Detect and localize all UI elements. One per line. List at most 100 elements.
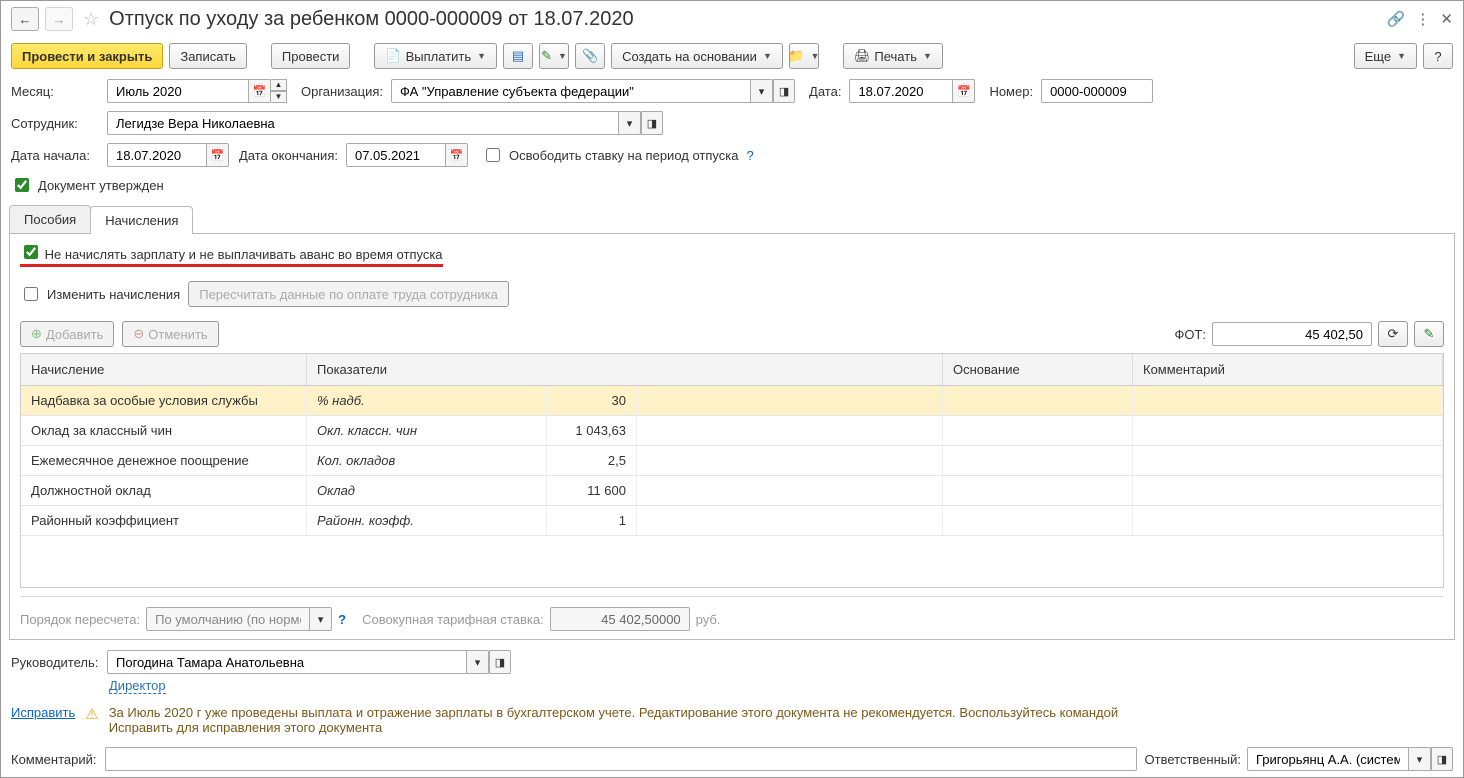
table-row[interactable]: Ежемесячное денежное поощрениеКол. оклад… (21, 446, 1443, 476)
date-input[interactable] (849, 79, 953, 103)
refresh-fot-button[interactable]: ⟳ (1378, 321, 1408, 347)
number-input[interactable] (1041, 79, 1153, 103)
end-date-input[interactable] (346, 143, 446, 167)
no-salary-label: Не начислять зарплату и не выплачивать а… (45, 247, 443, 262)
create-based-on-button[interactable]: Создать на основании ▼ (611, 43, 783, 69)
calendar-icon[interactable]: 📅 (446, 143, 468, 167)
chevron-down-icon: ▼ (923, 51, 932, 61)
post-and-close-button[interactable]: Провести и закрыть (11, 43, 163, 69)
org-label: Организация: (301, 84, 383, 99)
table-row[interactable]: Надбавка за особые условия службы% надб.… (21, 386, 1443, 416)
document-icon-button[interactable]: ▤ (503, 43, 533, 69)
responsible-input[interactable] (1247, 747, 1409, 771)
month-spin-up[interactable]: ▲ (271, 79, 287, 91)
forward-button[interactable]: → (45, 7, 73, 31)
edit-pencil-button[interactable]: ✎▼ (539, 43, 569, 69)
post-button[interactable]: Провести (271, 43, 351, 69)
window-title: Отпуск по уходу за ребенком 0000-000009 … (109, 8, 1381, 31)
table-row[interactable]: Оклад за классный чинОкл. классн. чин1 0… (21, 416, 1443, 446)
org-open[interactable]: ◨ (773, 79, 795, 103)
pay-button[interactable]: 📄 Выплатить ▼ (374, 43, 497, 69)
cell-value: 2,5 (547, 446, 637, 475)
fot-input[interactable] (1212, 322, 1372, 346)
cell-indicator: Районн. коэфф. (307, 506, 547, 535)
recalc-order-input[interactable] (146, 607, 310, 631)
recalc-order-dropdown[interactable]: ▾ (310, 607, 332, 631)
employee-open[interactable]: ◨ (641, 111, 663, 135)
back-button[interactable]: ← (11, 7, 39, 31)
number-label: Номер: (989, 84, 1033, 99)
pay-icon: 📄 (385, 48, 401, 64)
more-menu-icon[interactable]: ⋮ (1415, 10, 1430, 28)
chevron-down-icon: ▼ (1397, 51, 1406, 61)
chevron-down-icon: ▼ (763, 51, 772, 61)
warning-text: За Июль 2020 г уже проведены выплата и о… (109, 705, 1129, 735)
tab-accruals[interactable]: Начисления (90, 206, 193, 234)
responsible-open[interactable]: ◨ (1431, 747, 1453, 771)
cell-comment (1133, 386, 1443, 415)
no-salary-checkbox[interactable] (24, 245, 38, 259)
col-basis[interactable]: Основание (943, 354, 1133, 385)
save-button[interactable]: Записать (169, 43, 247, 69)
chevron-down-icon: ▼ (477, 51, 486, 61)
close-icon[interactable]: ✕ (1440, 10, 1453, 28)
col-comment[interactable]: Комментарий (1133, 354, 1443, 385)
col-indicators[interactable]: Показатели (307, 354, 943, 385)
print-button[interactable]: 🖨 Печать ▼ (843, 43, 943, 69)
minus-icon: ⊖ (133, 326, 144, 342)
star-icon[interactable]: ☆ (83, 9, 99, 30)
approved-label: Документ утвержден (38, 178, 164, 193)
cell-basis (943, 386, 1133, 415)
release-rate-label: Освободить ставку на период отпуска (509, 148, 739, 163)
calendar-icon[interactable]: 📅 (249, 79, 271, 103)
edit-fot-button[interactable]: ✎ (1414, 321, 1444, 347)
employee-dropdown[interactable]: ▾ (619, 111, 641, 135)
col-accrual[interactable]: Начисление (21, 354, 307, 385)
month-label: Месяц: (11, 84, 99, 99)
link-icon[interactable]: 🔗 (1387, 10, 1406, 28)
manager-position-link[interactable]: Директор (109, 678, 166, 694)
tariff-label: Совокупная тарифная ставка: (362, 612, 544, 627)
cell-basis (943, 506, 1133, 535)
month-spin-down[interactable]: ▼ (271, 91, 287, 103)
approved-checkbox[interactable] (15, 178, 29, 192)
fot-label: ФОТ: (1174, 327, 1206, 342)
cancel-row-button: ⊖ Отменить (122, 321, 218, 347)
manager-input[interactable] (107, 650, 467, 674)
manager-open[interactable]: ◨ (489, 650, 511, 674)
cell-value: 30 (547, 386, 637, 415)
org-input[interactable] (391, 79, 751, 103)
cell-basis (943, 476, 1133, 505)
comment-input[interactable] (105, 747, 1137, 771)
date-label: Дата: (809, 84, 841, 99)
cell-accrual: Районный коэффициент (21, 506, 307, 535)
attach-button[interactable]: 📎 (575, 43, 605, 69)
org-dropdown[interactable]: ▾ (751, 79, 773, 103)
fix-link[interactable]: Исправить (11, 705, 75, 720)
tab-benefits[interactable]: Пособия (9, 205, 91, 233)
cell-value: 11 600 (547, 476, 637, 505)
cell-indicator: Оклад (307, 476, 547, 505)
recalc-help-icon[interactable]: ? (338, 612, 346, 627)
help-button[interactable]: ? (1423, 43, 1453, 69)
release-rate-checkbox[interactable] (486, 148, 500, 162)
start-date-label: Дата начала: (11, 148, 99, 163)
release-rate-help-icon[interactable]: ? (746, 148, 753, 163)
tariff-input (550, 607, 690, 631)
more-button[interactable]: Еще ▼ (1354, 43, 1417, 69)
employee-input[interactable] (107, 111, 619, 135)
calendar-icon[interactable]: 📅 (953, 79, 975, 103)
calendar-icon[interactable]: 📅 (207, 143, 229, 167)
start-date-input[interactable] (107, 143, 207, 167)
cell-accrual: Должностной оклад (21, 476, 307, 505)
responsible-dropdown[interactable]: ▾ (1409, 747, 1431, 771)
recalc-employee-button: Пересчитать данные по оплате труда сотру… (188, 281, 509, 307)
folder-button[interactable]: 📁▼ (789, 43, 819, 69)
cell-accrual: Оклад за классный чин (21, 416, 307, 445)
change-accruals-checkbox[interactable] (24, 287, 38, 301)
manager-dropdown[interactable]: ▾ (467, 650, 489, 674)
table-row[interactable]: Должностной окладОклад11 600 (21, 476, 1443, 506)
month-input[interactable] (107, 79, 249, 103)
table-row[interactable]: Районный коэффициентРайонн. коэфф.1 (21, 506, 1443, 536)
warning-icon: ⚠ (85, 705, 98, 723)
